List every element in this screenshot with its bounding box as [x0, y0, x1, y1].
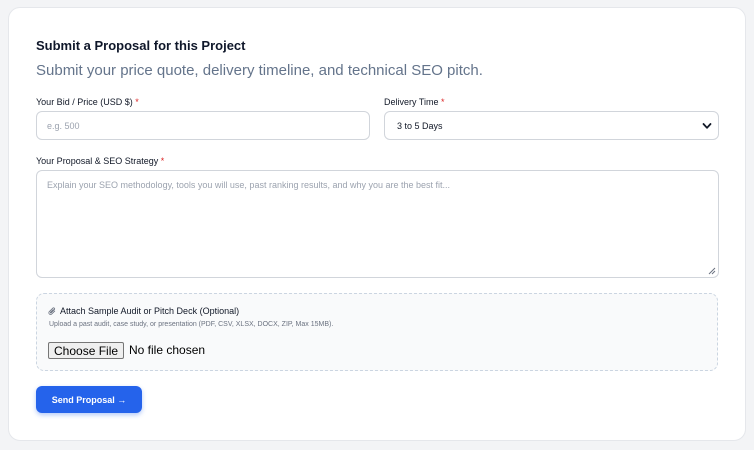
required-marker: *	[160, 156, 165, 166]
file-status: No file chosen	[129, 343, 206, 357]
chevron-down-icon	[702, 122, 712, 129]
form-title: Submit a Proposal for this Project	[36, 38, 246, 53]
required-marker: *	[135, 97, 139, 107]
proposal-label-text: Your Proposal & SEO Strategy	[36, 156, 159, 166]
proposal-label: Your Proposal & SEO Strategy *	[36, 156, 164, 166]
delivery-time-select[interactable]: 3 to 5 Days	[384, 111, 719, 140]
form-subtitle: Submit your price quote, delivery timeli…	[36, 62, 483, 79]
bid-label: Your Bid / Price (USD $) *	[36, 97, 139, 107]
attachment-dropzone: Attach Sample Audit or Pitch Deck (Optio…	[36, 293, 718, 371]
proposal-form-card: Submit a Proposal for this Project Submi…	[8, 7, 746, 441]
attachment-hint: Upload a past audit, case study, or pres…	[49, 321, 334, 328]
required-marker: *	[441, 97, 445, 107]
bid-price-input[interactable]	[36, 111, 370, 140]
attachment-title: Attach Sample Audit or Pitch Deck (Optio…	[48, 306, 239, 316]
delivery-label-text: Delivery Time	[384, 97, 439, 107]
paperclip-icon	[48, 306, 56, 315]
send-proposal-button[interactable]: Send Proposal →	[36, 386, 142, 413]
proposal-textarea[interactable]	[36, 170, 719, 278]
attachment-title-text: Attach Sample Audit or Pitch Deck (Optio…	[60, 306, 240, 316]
resize-grip-icon[interactable]	[708, 267, 716, 275]
delivery-selected-value: 3 to 5 Days	[397, 120, 443, 131]
bid-label-text: Your Bid / Price (USD $)	[36, 97, 133, 107]
choose-file-button[interactable]: Choose File	[48, 342, 125, 359]
delivery-label: Delivery Time *	[384, 97, 445, 107]
